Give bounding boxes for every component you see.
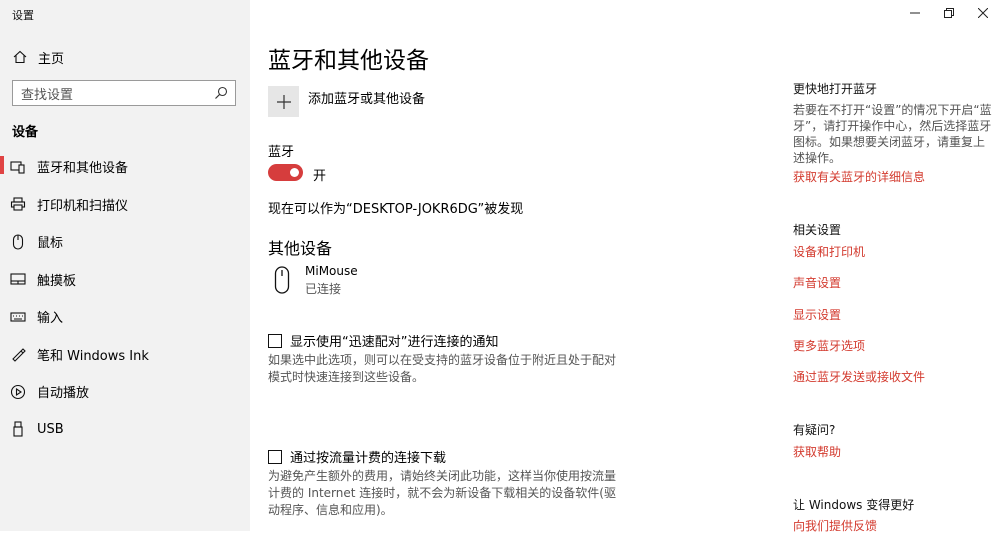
sidebar-item-autoplay[interactable]: 自动播放 [0,373,250,411]
search-input[interactable]: 查找设置 [12,80,236,106]
touchpad-icon [10,271,26,287]
quick-open-text: 若要在不打开“设置”的情况下开启“蓝牙”，请打开操作中心，然后选择蓝牙图标。如果… [793,103,992,165]
close-button[interactable] [966,0,1000,26]
search-placeholder: 查找设置 [21,87,74,103]
sidebar-item-label: 自动播放 [37,386,90,402]
sidebar-item-bluetooth[interactable]: 蓝牙和其他设备 [0,148,250,186]
printer-icon [10,196,26,212]
related-link-devices-printers[interactable]: 设备和打印机 [793,243,865,260]
section-title: 设备 [12,125,39,140]
improve-title: 让 Windows 变得更好 [793,498,915,512]
sidebar-item-touchpad[interactable]: 触摸板 [0,261,250,299]
add-icon [268,86,299,117]
sidebar-item-label: 触摸板 [37,273,77,289]
home-icon [12,49,28,65]
sidebar-home[interactable]: 主页 [0,44,250,70]
swift-pair-option: 显示使用“迅速配对”进行连接的通知 [268,331,498,350]
metered-label: 通过按流量计费的连接下载 [290,451,447,466]
sidebar-item-typing[interactable]: 输入 [0,298,250,336]
sidebar-item-label: USB [37,421,64,437]
bluetooth-label: 蓝牙 [268,145,295,160]
sidebar-item-label: 输入 [37,311,64,327]
sidebar-item-printers[interactable]: 打印机和扫描仪 [0,186,250,224]
add-device-button[interactable]: 添加蓝牙或其他设备 [268,86,425,117]
metered-description: 为避免产生额外的费用，请始终关闭此功能，这样当你使用按流量计费的 Interne… [268,469,617,517]
sidebar: 设置 主页 查找设置 设备 蓝牙和其他设备 打印机和扫描仪 鼠标 触摸板 输入 … [0,0,250,531]
page-title: 蓝牙和其他设备 [268,48,429,74]
quick-open-title: 更快地打开蓝牙 [793,82,878,96]
device-item[interactable]: MiMouse 已连接 [268,264,358,297]
bluetooth-devices-icon [10,159,26,175]
sidebar-item-label: 笔和 Windows Ink [37,348,149,364]
bluetooth-info-link[interactable]: 获取有关蓝牙的详细信息 [793,168,925,185]
search-icon[interactable] [211,83,231,103]
feedback-link[interactable]: 向我们提供反馈 [793,517,877,534]
metered-checkbox[interactable] [268,449,282,464]
related-settings-title: 相关设置 [793,223,842,237]
minimize-button[interactable] [898,0,932,26]
discoverable-text: 现在可以作为“DESKTOP-JOKR6DG”被发现 [268,202,524,217]
add-device-label: 添加蓝牙或其他设备 [308,92,426,107]
bluetooth-toggle[interactable] [268,164,303,181]
mouse-icon [268,264,296,296]
keyboard-icon [10,309,26,325]
sidebar-item-mouse[interactable]: 鼠标 [0,223,250,261]
sidebar-item-label: 蓝牙和其他设备 [37,161,129,177]
device-name: MiMouse [305,264,358,278]
swift-pair-description: 如果选中此选项，则可以在受支持的蓝牙设备位于附近且处于配对模式时快速连接到这些设… [268,353,617,384]
window-controls [898,0,1000,26]
related-link-send-receive[interactable]: 通过蓝牙发送或接收文件 [793,368,925,385]
sidebar-item-label: 打印机和扫描仪 [37,198,129,214]
metered-option: 通过按流量计费的连接下载 [268,447,446,466]
sidebar-home-label: 主页 [38,51,65,67]
swift-pair-checkbox[interactable] [268,333,282,348]
related-link-sound[interactable]: 声音设置 [793,274,841,291]
toggle-knob [290,168,299,177]
restore-button[interactable] [932,0,966,26]
app-title: 设置 [12,9,34,22]
bluetooth-toggle-state: 开 [313,169,327,184]
device-status: 已连接 [305,282,342,296]
question-title: 有疑问? [793,423,836,437]
pen-icon [10,346,26,363]
related-link-bluetooth-options[interactable]: 更多蓝牙选项 [793,337,865,354]
other-devices-title: 其他设备 [268,239,333,258]
sidebar-item-pen[interactable]: 笔和 Windows Ink [0,336,250,374]
sidebar-item-label: 鼠标 [37,236,64,252]
sidebar-nav: 蓝牙和其他设备 打印机和扫描仪 鼠标 触摸板 输入 笔和 Windows Ink… [0,148,250,448]
related-link-display[interactable]: 显示设置 [793,306,841,323]
get-help-link[interactable]: 获取帮助 [793,443,841,460]
mouse-icon [10,234,26,250]
usb-icon [10,421,26,437]
sidebar-item-usb[interactable]: USB [0,411,250,449]
swift-pair-label: 显示使用“迅速配对”进行连接的通知 [290,335,499,350]
autoplay-icon [10,384,26,400]
